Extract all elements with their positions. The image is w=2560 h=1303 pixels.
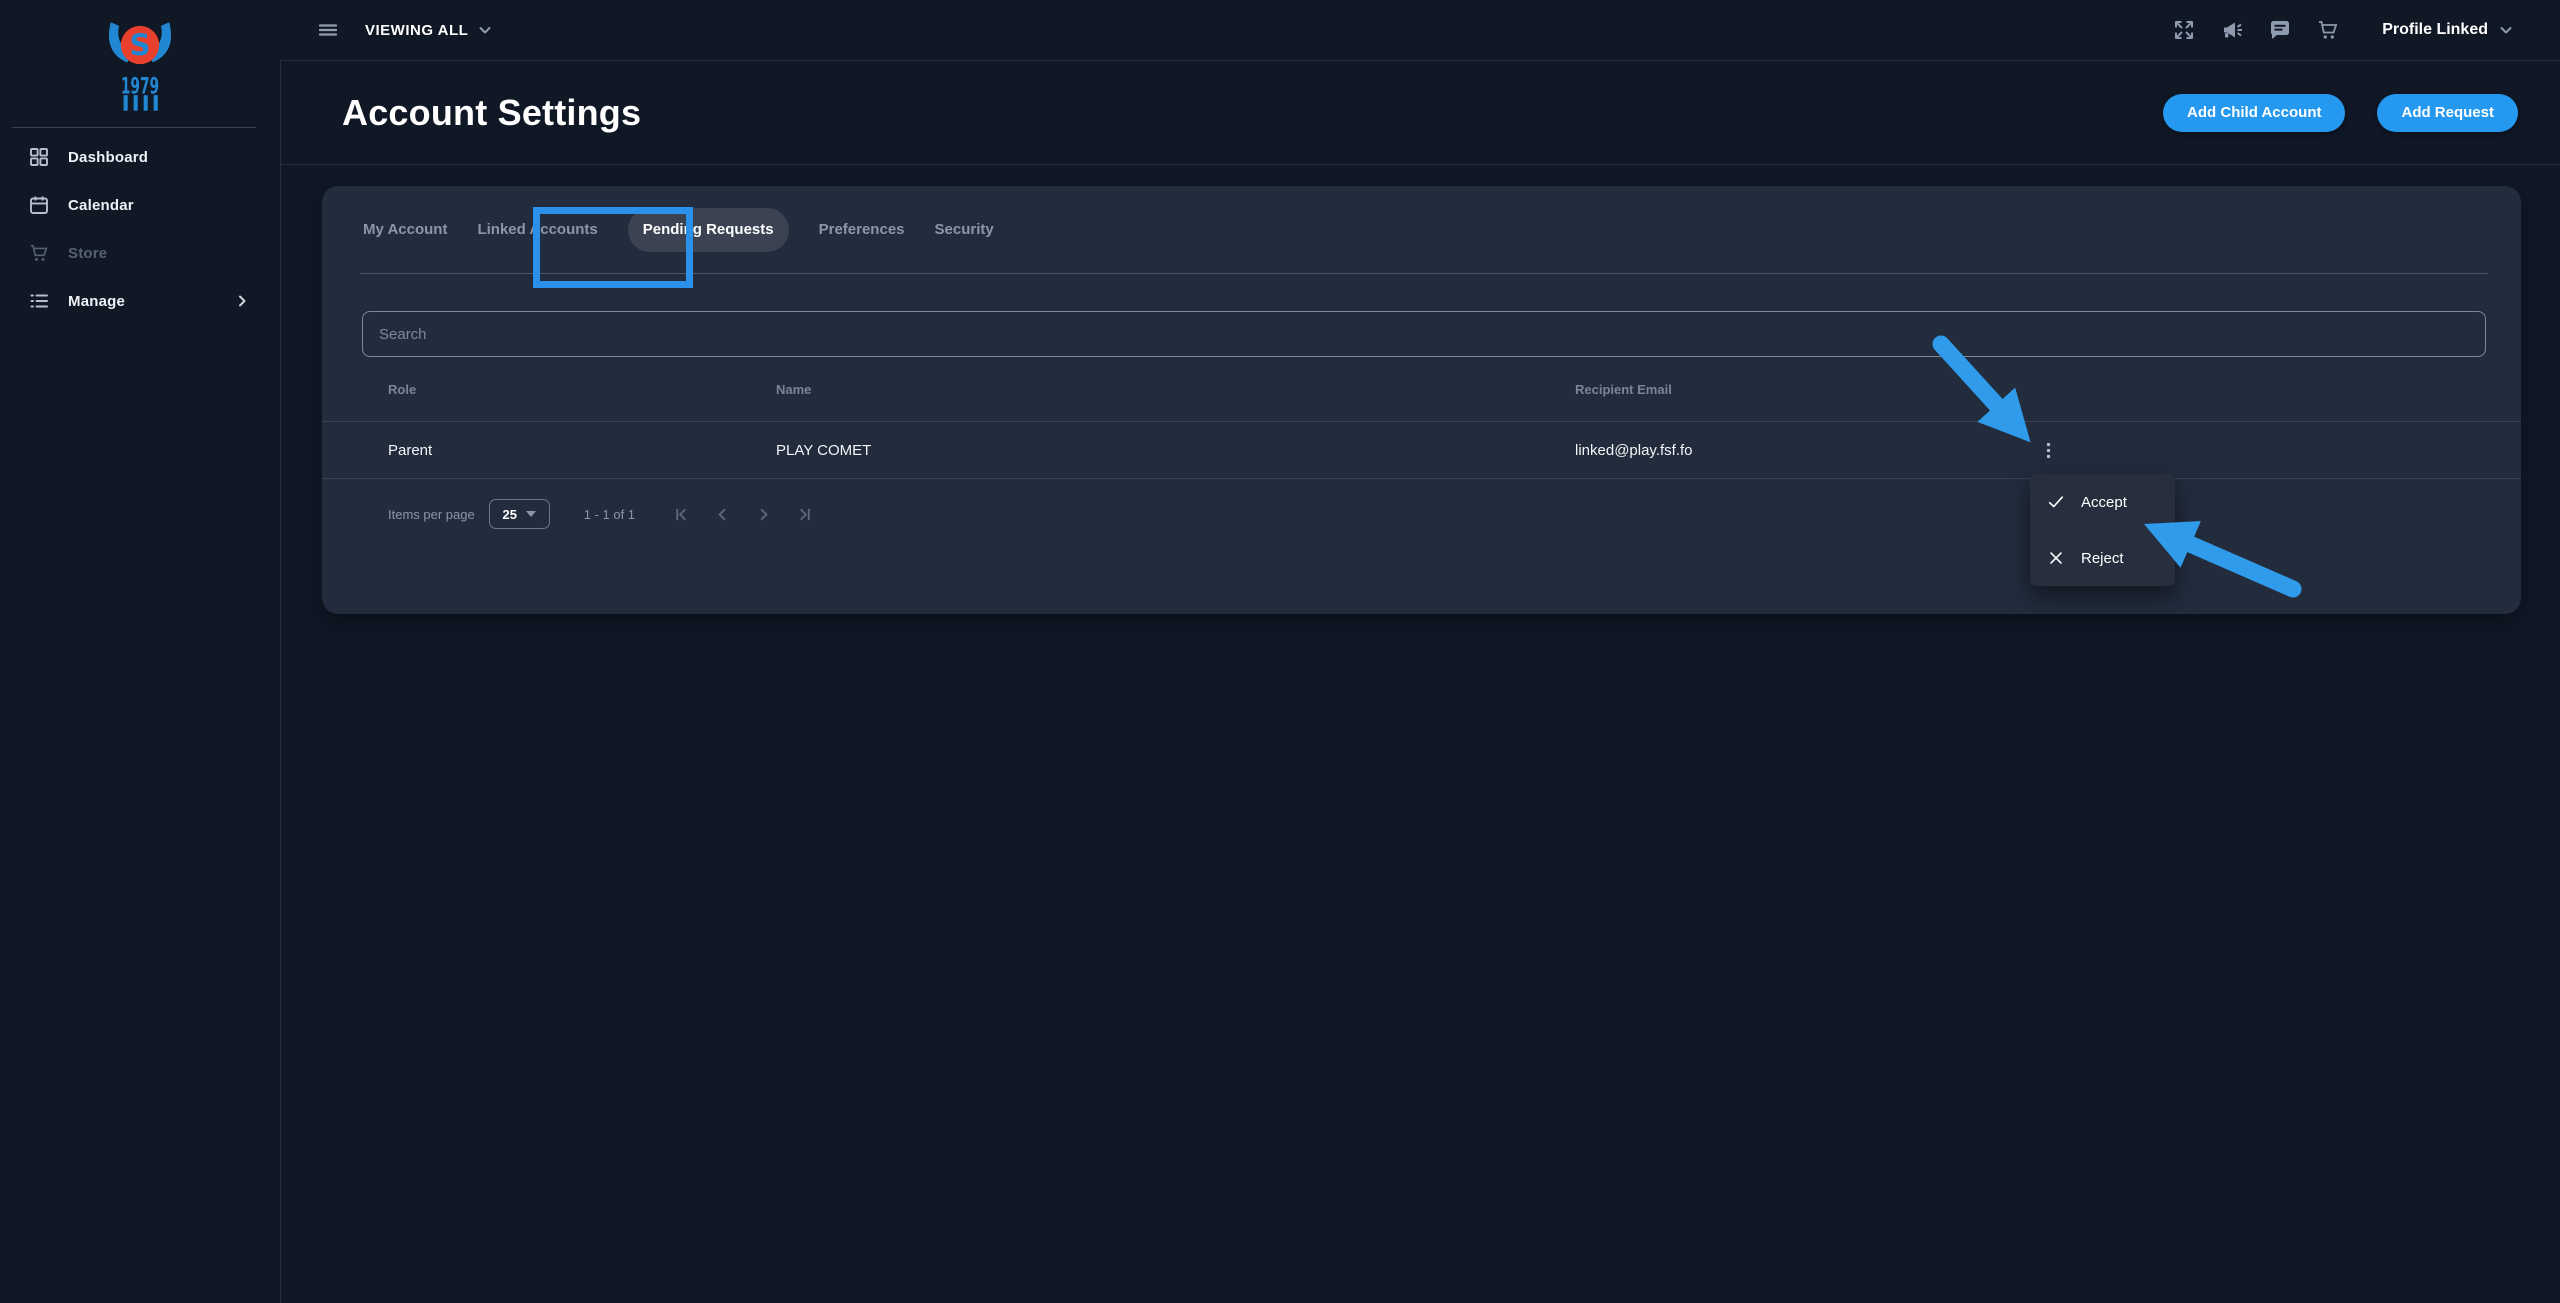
column-header-role: Role (388, 382, 776, 397)
fullscreen-icon (2172, 18, 2196, 42)
items-per-page-label: Items per page (388, 507, 475, 522)
pager (661, 494, 825, 534)
tab-preferences[interactable]: Preferences (819, 221, 905, 238)
tab-security[interactable]: Security (935, 221, 994, 238)
column-header-name: Name (776, 382, 1575, 397)
menu-toggle-button[interactable] (316, 18, 340, 42)
profile-dropdown[interactable]: Profile Linked (2382, 21, 2514, 39)
profile-label: Profile Linked (2382, 21, 2488, 39)
chevron-down-icon (477, 22, 493, 38)
fsf-club-logo: S 1979 (99, 16, 181, 116)
sidebar-item-manage[interactable]: Manage (0, 277, 280, 325)
sidebar-item-calendar[interactable]: Calendar (0, 181, 280, 229)
pagination-range-label: 1 - 1 of 1 (584, 507, 635, 522)
tab-bar: My Account Linked Accounts Pending Reque… (360, 186, 2488, 274)
sidebar-divider (12, 127, 256, 128)
announcements-button[interactable] (2220, 18, 2244, 42)
cell-name: PLAY COMET (776, 442, 1575, 459)
search-wrap (362, 311, 2486, 357)
add-request-button[interactable]: Add Request (2377, 94, 2518, 132)
header-actions: Add Child Account Add Request (2163, 94, 2518, 132)
sidebar-item-label: Calendar (68, 197, 134, 214)
sidebar-item-dashboard[interactable]: Dashboard (0, 133, 280, 181)
sidebar-item-store[interactable]: Store (0, 229, 280, 277)
last-page-button[interactable] (784, 494, 825, 534)
dashboard-icon (28, 146, 50, 168)
megaphone-icon (2220, 18, 2244, 42)
sidebar-item-label: Manage (68, 293, 125, 310)
chevron-right-icon (754, 505, 773, 524)
viewing-all-label: VIEWING ALL (365, 22, 468, 39)
chevron-right-icon (234, 293, 250, 309)
chevron-down-icon (2498, 22, 2514, 38)
cell-recipient-email: linked@play.fsf.fo (1575, 442, 2048, 459)
cell-role: Parent (388, 442, 776, 459)
tab-my-account[interactable]: My Account (363, 221, 447, 238)
close-icon (2047, 549, 2065, 567)
sidebar-item-label: Dashboard (68, 149, 148, 166)
last-page-icon (795, 505, 814, 524)
svg-text:S: S (130, 28, 151, 62)
chat-icon (2268, 18, 2292, 42)
first-page-icon (672, 505, 691, 524)
cart-button[interactable] (2316, 18, 2340, 42)
previous-page-button[interactable] (702, 494, 743, 534)
items-per-page-value: 25 (502, 507, 516, 522)
menu-item-label: Accept (2081, 494, 2127, 511)
sidebar-nav: Dashboard Calendar Store Manage (0, 133, 280, 325)
column-header-recipient-email: Recipient Email (1575, 382, 2048, 397)
sidebar: S 1979 Dashboard Calendar Store (0, 0, 281, 1303)
search-input[interactable] (362, 311, 2486, 357)
kebab-menu-icon (2038, 440, 2059, 461)
pagination-bar: Items per page 25 1 - 1 of 1 (322, 479, 2521, 549)
fullscreen-button[interactable] (2172, 18, 2196, 42)
tab-pending-requests[interactable]: Pending Requests (628, 208, 789, 252)
menu-item-label: Reject (2081, 550, 2124, 567)
cart-icon (28, 242, 50, 264)
table-header: Role Name Recipient Email (322, 357, 2521, 422)
account-settings-card: My Account Linked Accounts Pending Reque… (322, 186, 2521, 614)
table-row: Parent PLAY COMET linked@play.fsf.fo (322, 422, 2521, 479)
cart-icon (2316, 18, 2340, 42)
list-icon (28, 290, 50, 312)
calendar-icon (28, 194, 50, 216)
viewing-all-dropdown[interactable]: VIEWING ALL (365, 22, 493, 39)
topbar: VIEWING ALL Profile Linked (280, 0, 2560, 61)
items-per-page-select[interactable]: 25 (489, 499, 550, 529)
row-actions-button[interactable] (2035, 432, 2061, 468)
first-page-button[interactable] (661, 494, 702, 534)
tab-linked-accounts[interactable]: Linked Accounts (477, 221, 597, 238)
menu-item-accept[interactable]: Accept (2030, 474, 2175, 530)
sidebar-item-label: Store (68, 245, 107, 262)
next-page-button[interactable] (743, 494, 784, 534)
page-header: Account Settings Add Child Account Add R… (280, 61, 2560, 165)
row-actions-menu: Accept Reject (2030, 474, 2175, 586)
page-title: Account Settings (342, 92, 641, 134)
caret-down-icon (526, 511, 536, 517)
messages-button[interactable] (2268, 18, 2292, 42)
chevron-left-icon (713, 505, 732, 524)
check-icon (2047, 493, 2065, 511)
menu-item-reject[interactable]: Reject (2030, 530, 2175, 586)
hamburger-icon (316, 18, 340, 42)
add-child-account-button[interactable]: Add Child Account (2163, 94, 2345, 132)
